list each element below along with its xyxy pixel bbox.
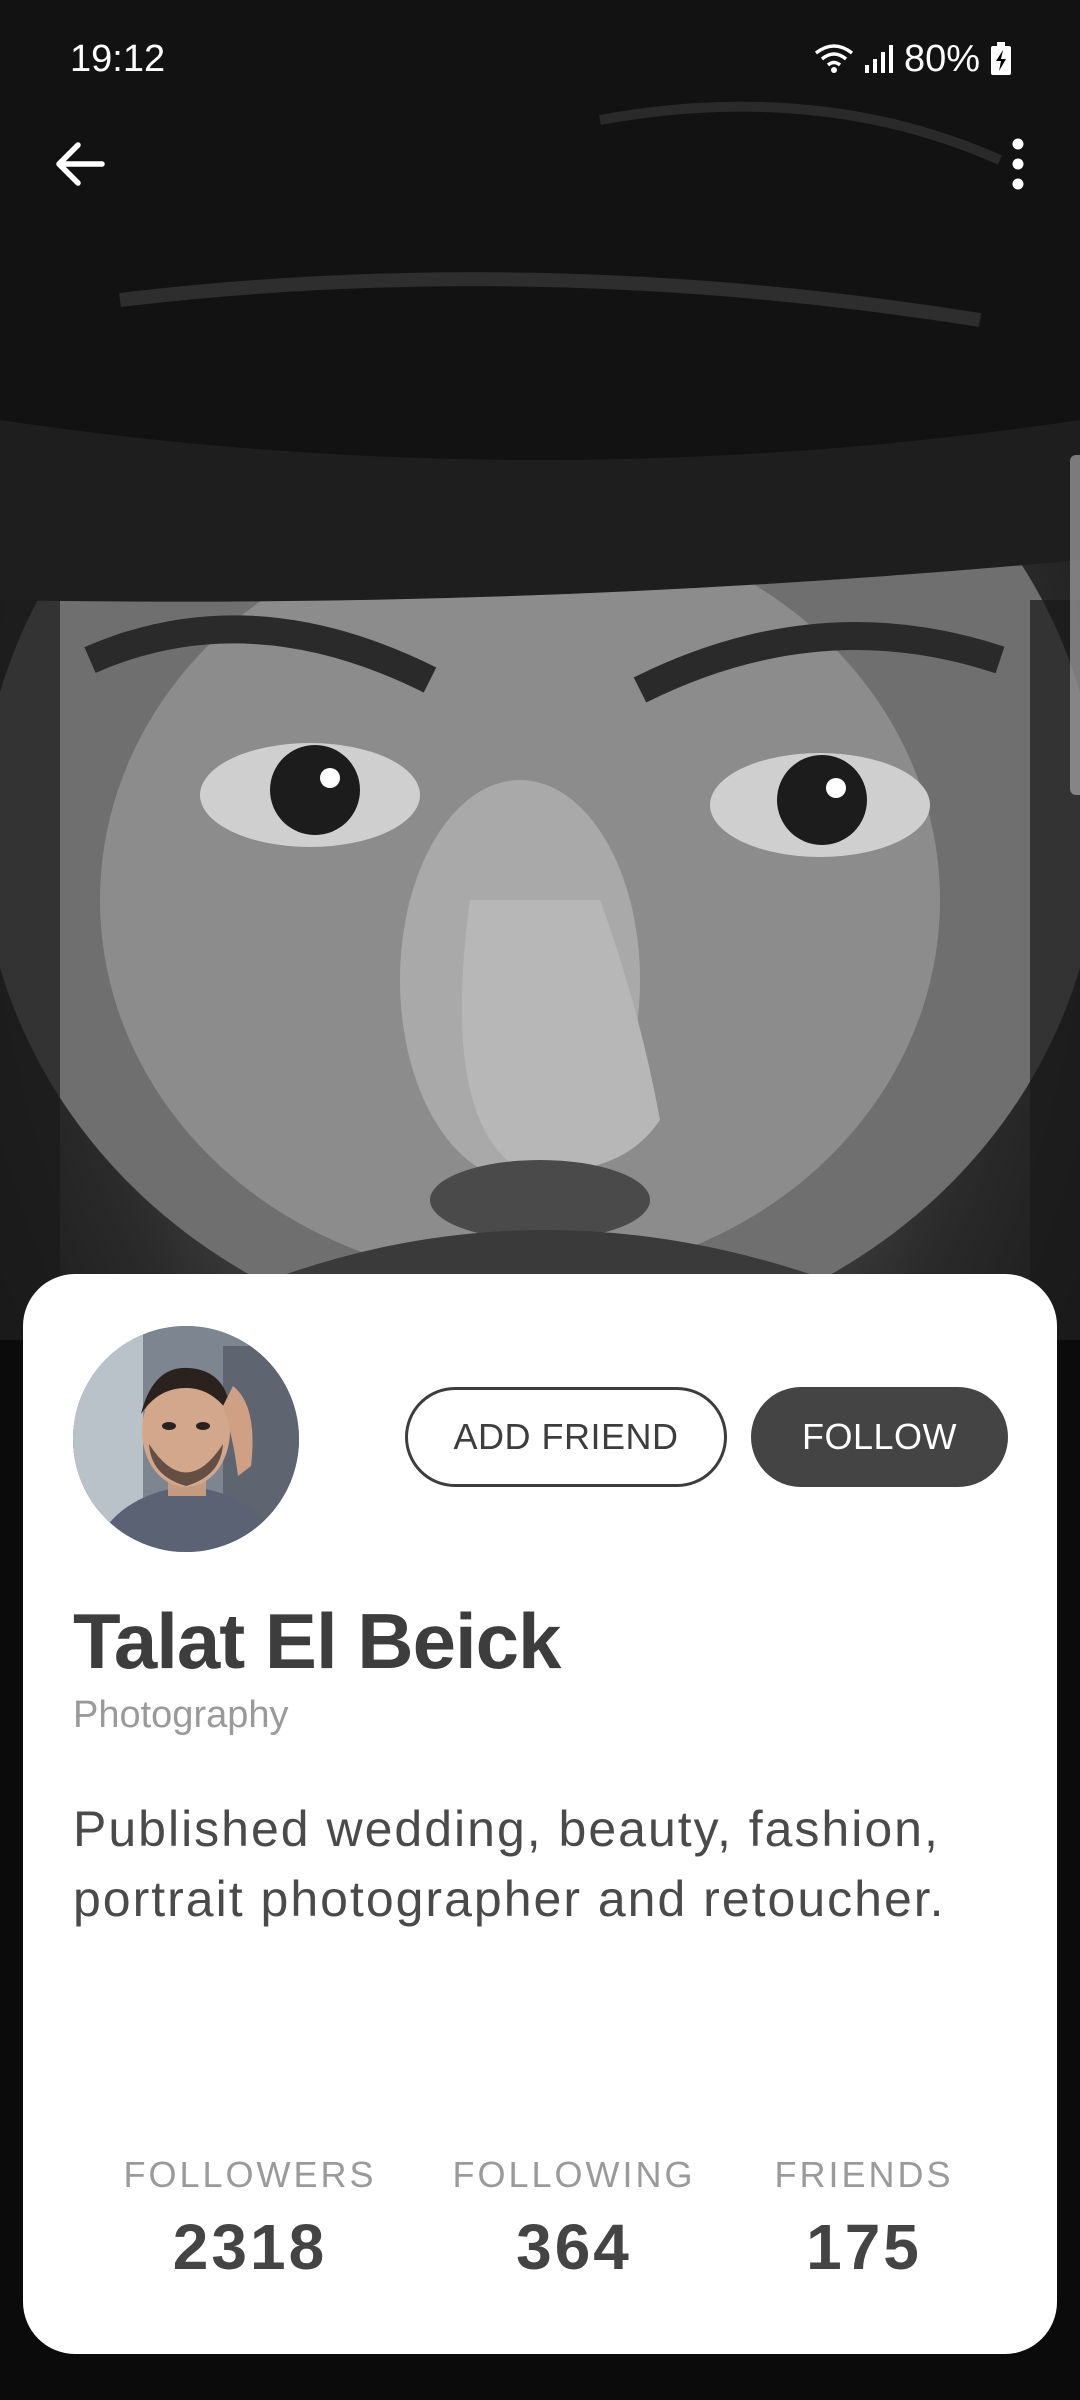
avatar[interactable]: [73, 1326, 299, 1552]
stat-value: 364: [516, 2211, 632, 2283]
back-button[interactable]: [40, 120, 120, 208]
status-icons: 80%: [814, 38, 1012, 81]
scroll-handle[interactable]: [1070, 455, 1080, 795]
wifi-icon: [814, 43, 854, 75]
stat-friends[interactable]: FRIENDS 175: [774, 2154, 953, 2284]
stat-value: 2318: [172, 2211, 328, 2283]
battery-percent: 80%: [903, 37, 980, 80]
stat-value: 175: [806, 2211, 922, 2283]
more-vertical-icon: [1012, 138, 1024, 190]
cover-photo-illustration: [0, 0, 1080, 1340]
profile-screen: 19:12 80% ADD FRIEND FOLLOW Talat El Bei…: [0, 0, 1080, 2400]
stat-label: FOLLOWING: [452, 2154, 696, 2195]
add-friend-button[interactable]: ADD FRIEND: [405, 1387, 727, 1487]
arrow-left-icon: [56, 142, 105, 186]
signal-icon: [864, 43, 894, 75]
profile-name: Talat El Beick: [73, 1597, 561, 1685]
stat-label: FOLLOWERS: [123, 2154, 377, 2195]
status-bar: 19:12 80%: [0, 0, 1080, 118]
follow-button[interactable]: FOLLOW: [751, 1387, 1008, 1487]
stat-followers[interactable]: FOLLOWERS 2318: [123, 2154, 376, 2284]
profile-category: Photography: [73, 1694, 289, 1736]
battery-charging-icon: [990, 42, 1012, 76]
stat-label: FRIENDS: [774, 2154, 954, 2195]
cover-photo: [0, 0, 1080, 1340]
avatar-photo: [73, 1326, 299, 1552]
profile-card: ADD FRIEND FOLLOW Talat El Beick Photogr…: [23, 1274, 1057, 2354]
stat-following[interactable]: FOLLOWING 364: [452, 2154, 695, 2284]
more-options-button[interactable]: [986, 120, 1050, 208]
status-time: 19:12: [70, 37, 166, 80]
profile-bio: Published wedding, beauty, fashion, port…: [73, 1801, 946, 1927]
